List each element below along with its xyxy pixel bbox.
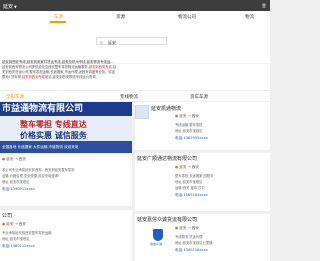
search-icon: ⚲ [100, 39, 103, 45]
banner-slogan: 整车零担 专线直达 [20, 120, 87, 129]
card-line: 专业承接延安到西安整车零担运输 [2, 231, 52, 235]
list-item[interactable]: 延安嘉信众诚货运有限公司 鑫信众诚 ● 延安 → 西安 专线物流 货运代理 地址… [135, 214, 270, 261]
search-value: 延安 [108, 39, 116, 45]
city-label: 延安 [3, 4, 14, 10]
login-link[interactable]: 登 [262, 3, 266, 9]
tab-logistics[interactable]: 物流 [245, 14, 254, 20]
logo-text: 鑫信众诚 [150, 242, 163, 246]
company-name: 延安凯通物流 [151, 106, 182, 112]
card-line: 整车零担 长途搬家 回程车 [175, 174, 214, 178]
list-item[interactable]: 延安广顺通达物流有限公司 ● 延安 → 西安 整车零担 长途搬家 回程车 地址:… [135, 153, 270, 211]
tab-trucks[interactable]: 车源 [54, 14, 63, 20]
banner-footer: 全国各地 长途搬家 大件运输 冷链物流 欢迎来电 [0, 141, 132, 153]
phone-number[interactable]: 电话:1389112xxxx [2, 244, 35, 249]
tab-cargo[interactable]: 货源 [116, 14, 125, 20]
card-line: 地址:延安市宝塔区七里铺 [175, 241, 213, 245]
card-line: 地址:延安市宝塔区 [175, 180, 203, 184]
card-line: 地址:延安市宝塔区 [175, 129, 203, 133]
company-banner[interactable]: 市益通物流有限公司 整车零担 专线直达 价格实惠 诚信服务 全国各地 长途搬家 … [0, 102, 132, 153]
card-line: 运输:西安 宝鸡 汉中 [175, 186, 205, 190]
list-item[interactable]: 公司 ● 延安 → 西安 专业承接延安到西安整车零担运输 地址:延安市宝塔区 电… [0, 210, 132, 261]
phone-number[interactable]: 电话:1399118xxxx [175, 248, 208, 253]
card-line: 运输,价格合理,安全快捷,欢迎来电咨询! [2, 174, 60, 178]
card-line: 地址:延安市宝塔区 [2, 237, 30, 241]
banner-body: 整车零担 专线直达 价格实惠 诚信服务 [0, 116, 132, 141]
company-name: 延安嘉信众诚货运有限公司 [137, 217, 198, 223]
highlighted-keyword: 延安到西安专线 [21, 75, 45, 79]
tab-all-trucks[interactable]: 全部车源 [6, 94, 24, 100]
company-thumbnail [135, 105, 149, 119]
banner-slogan: 价格实惠 诚信服务 [20, 131, 87, 140]
main-nav: 车源 货源 物流公司 物流 [0, 11, 270, 23]
card-line: 地址:延安市宝塔区 [2, 180, 30, 184]
chevron-down-icon: ▼ [14, 5, 17, 9]
shield-icon [153, 229, 163, 241]
search-area: ⚲ 延安 延安到西安专线,延安到张家口货运专线,延安至杭州专线,延安物流专线运.… [0, 23, 270, 64]
tab-logistics-companies[interactable]: 物流公司 [178, 14, 196, 20]
sub-nav: 全部车源 专线物流 货车车源 [0, 90, 270, 101]
card-line: 本公司专业承接延安到西安、西安到延安整车零担 [2, 168, 75, 172]
company-logo: 鑫信众诚 [147, 226, 169, 248]
phone-number[interactable]: 电话:1382995xxxx [175, 136, 208, 141]
highlighted-keyword: 延安到西安专线 [88, 65, 112, 69]
route: ● 延安 → 西安 [175, 226, 199, 230]
description-line: 垂询! 货车帮,延安到西安专线电话,延安到西安物流专线运价查询。 [2, 75, 99, 79]
banner-company-name: 市益通物流有限公司 [0, 102, 132, 116]
tab-truck-sources[interactable]: 货车车源 [190, 94, 208, 100]
card-line: 专线运输 整车零担 [175, 123, 203, 127]
route: ● 延安 → 西安 [2, 222, 26, 226]
list-item[interactable]: ● 延安 → 西安 本公司专业承接延安到西安、西安到延安整车零担 运输,价格合理… [0, 154, 132, 206]
tab-line-logistics[interactable]: 专线物流 [120, 94, 138, 100]
route: ● 延安 → 西安 [2, 157, 26, 161]
phone-number[interactable]: 电话:1569183xxxx [175, 193, 208, 198]
card-line: 专线物流 货运代理 [175, 235, 203, 239]
route: ● 延安 → 西安 [175, 114, 199, 118]
phone-number[interactable]: 电话:1390911xxxx [2, 187, 35, 192]
route: ● 延安 → 西安 [175, 165, 199, 169]
page-description: 延安到西安物流公司提供延安至西安整车零担物流运输服务,延安到西安专线,延 安到西… [0, 64, 270, 90]
company-name: 延安广顺通达物流有限公司 [137, 156, 198, 162]
list-item[interactable]: 延安凯通物流 ● 延安 → 西安 专线运输 整车零担 地址:延安市宝塔区 电话:… [135, 102, 270, 150]
search-input[interactable]: ⚲ 延安 [96, 37, 167, 45]
top-bar: 延安▼ 登 [0, 0, 270, 11]
company-name: 公司 [2, 213, 13, 219]
city-selector[interactable]: 延安▼ [3, 3, 17, 10]
